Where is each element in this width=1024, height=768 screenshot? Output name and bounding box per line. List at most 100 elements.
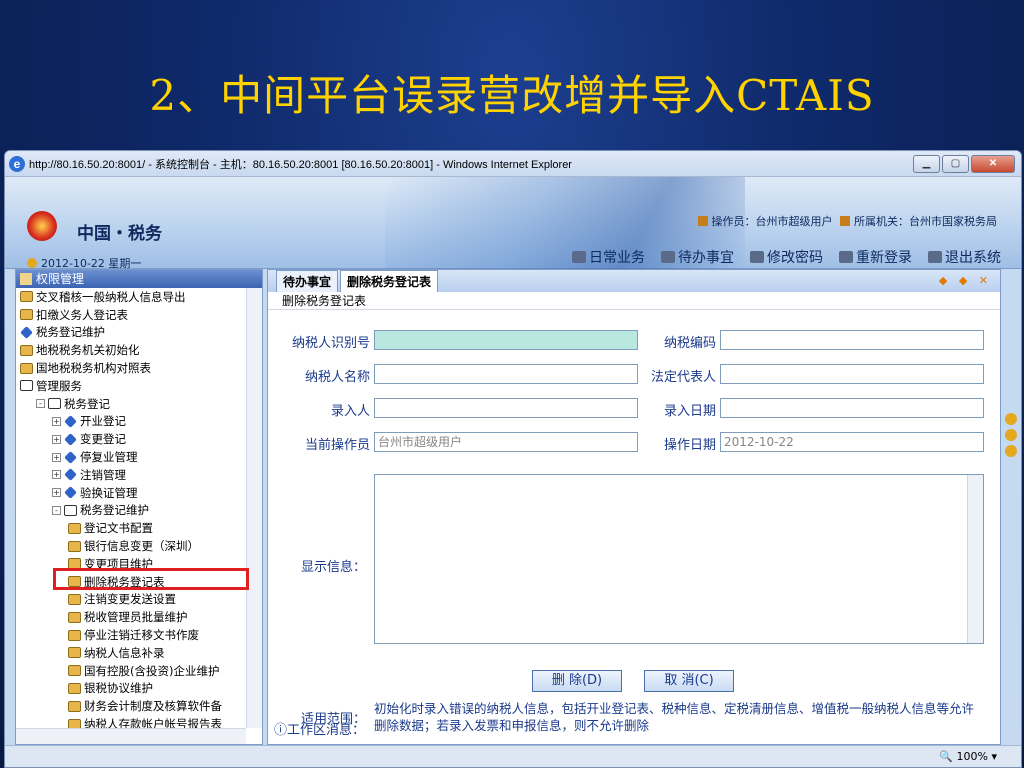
collapse-icon[interactable]: - (52, 505, 61, 515)
operator-label: 操作员： (711, 215, 756, 228)
sidebar-item[interactable]: 登记文书配置 (16, 519, 246, 537)
zoom-level: 100% (956, 750, 988, 763)
tax-code-label: 纳税编码 (663, 336, 716, 351)
sidebar-item-label: 税务登记维护 (36, 325, 105, 340)
diamond-icon (64, 468, 77, 482)
sidebar-item[interactable]: 交叉稽核一般纳税人信息导出 (16, 288, 246, 306)
sidebar-item[interactable]: 停业注销迁移文书作废 (16, 626, 246, 644)
maximize-button[interactable]: ▢ (942, 154, 969, 173)
doc-icon (68, 540, 81, 552)
sidebar-item[interactable]: 管理服务 (16, 377, 246, 395)
sidebar-item[interactable]: - 税务登记 (16, 395, 246, 413)
doc-icon (68, 611, 81, 623)
sidebar-hscrollbar[interactable] (16, 728, 246, 744)
side-tool-icon[interactable] (1005, 445, 1017, 457)
key-icon (750, 251, 764, 263)
sidebar-item-label: 注销变更发送设置 (84, 592, 176, 607)
org-icon (840, 216, 850, 226)
taxpayer-id-input[interactable] (374, 330, 638, 350)
side-tool-icon[interactable] (1005, 413, 1017, 425)
nav-change-password[interactable]: 修改密码 (750, 247, 823, 267)
form-title: 删除税务登记表 (268, 292, 1000, 310)
sidebar-item[interactable]: + 验换证管理 (16, 484, 246, 502)
zoom-control[interactable]: 🔍 100% ▾ (939, 750, 997, 763)
doc-icon (20, 344, 33, 356)
sidebar-vscrollbar[interactable] (246, 288, 262, 728)
sidebar-item[interactable]: 纳税人存款帐户帐号报告表 (16, 715, 246, 728)
expand-icon[interactable]: + (52, 416, 61, 426)
tab-delete-registration[interactable]: 删除税务登记表 (340, 270, 439, 292)
tab-controls[interactable]: ◆ ◆ ✕ (939, 274, 992, 287)
nav-label: 重新登录 (856, 250, 912, 266)
user-icon (697, 216, 708, 226)
operator-info: 操作员：台州市超级用户 所属机关：台州市国家税务局 (694, 213, 997, 229)
browser-window: e http://80.16.50.20:8001/ - 系统控制台 - 主机：… (4, 150, 1022, 768)
recorder-label: 录入人 (330, 404, 370, 419)
doc-icon (68, 718, 81, 728)
national-emblem-icon (27, 211, 57, 241)
current-operator-input[interactable]: 台州市超级用户 (374, 432, 638, 452)
folder-icon (20, 273, 32, 285)
sidebar-item[interactable]: + 停复业管理 (16, 448, 246, 466)
nav-label: 退出系统 (945, 250, 1001, 266)
sidebar-item[interactable]: 扣缴义务人登记表 (16, 306, 246, 324)
diamond-icon (64, 432, 77, 446)
book-icon (20, 380, 33, 392)
sidebar-item[interactable]: - 税务登记维护 (16, 502, 246, 520)
minimize-button[interactable]: ▁ (913, 154, 940, 173)
sidebar-item[interactable]: 财务会计制度及核算软件备 (16, 697, 246, 715)
doc-icon (68, 593, 81, 605)
nav-todo[interactable]: 待办事宜 (661, 247, 734, 267)
diamond-icon (64, 415, 77, 428)
side-toolbar (1001, 409, 1021, 461)
daily-business-icon (572, 251, 586, 263)
sidebar-item[interactable]: + 变更登记 (16, 430, 246, 448)
sidebar-item[interactable]: 纳税人信息补录 (16, 644, 246, 662)
workarea-label: 工作区消息： (287, 723, 366, 738)
sidebar-item[interactable]: 地税税务机关初始化 (16, 341, 246, 359)
nav-logout[interactable]: 退出系统 (928, 247, 1001, 267)
sidebar-item[interactable]: 银行信息变更（深圳） (16, 537, 246, 555)
sidebar-item-label: 交叉稽核一般纳税人信息导出 (36, 289, 186, 304)
app-body: 权限管理 交叉稽核一般纳税人信息导出 扣缴义务人登记表 税务登记维护 地税税务机关初始… (5, 269, 1021, 745)
nav-daily-business[interactable]: 日常业务 (572, 247, 645, 267)
sidebar-item[interactable]: + 开业登记 (16, 413, 246, 431)
taxpayer-name-input[interactable] (374, 364, 638, 384)
diamond-icon (20, 326, 33, 339)
sidebar-item[interactable]: 注销变更发送设置 (16, 591, 246, 609)
tab-label: 删除税务登记表 (347, 275, 432, 289)
cancel-button[interactable]: 取 消(C) (644, 670, 734, 692)
recorder-input[interactable] (374, 398, 638, 418)
nav-relogin[interactable]: 重新登录 (839, 247, 912, 267)
tax-code-input[interactable] (720, 330, 984, 350)
sidebar-item[interactable]: 国地税税务机构对照表 (16, 359, 246, 377)
delete-button[interactable]: 删 除(D) (532, 670, 622, 692)
expand-icon[interactable]: + (52, 434, 61, 444)
nav-label: 待办事宜 (678, 250, 734, 266)
tab-bar: 待办事宜 删除税务登记表 ◆ ◆ ✕ (268, 270, 1000, 292)
tab-todo[interactable]: 待办事宜 (276, 270, 339, 292)
sidebar-item[interactable]: 银税协议维护 (16, 680, 246, 698)
textarea-scrollbar[interactable] (967, 475, 983, 643)
sidebar-item[interactable]: 税收管理员批量维护 (16, 608, 246, 626)
sidebar-item[interactable]: 税务登记维护 (16, 324, 246, 342)
display-info-textarea[interactable] (374, 474, 984, 644)
ie-icon: e (9, 155, 25, 172)
expand-icon[interactable]: + (52, 488, 61, 498)
record-date-input[interactable] (720, 398, 984, 418)
close-button[interactable]: ✕ (971, 154, 1015, 173)
doc-icon (68, 665, 81, 677)
workarea-message: ⓘ工作区消息： (274, 719, 365, 738)
collapse-icon[interactable]: - (36, 399, 45, 409)
logout-icon (928, 251, 942, 263)
book-icon (64, 504, 77, 516)
expand-icon[interactable]: + (52, 452, 61, 462)
sidebar-item[interactable]: + 注销管理 (16, 466, 246, 484)
sidebar-item[interactable]: 国有控股(含投资)企业维护 (16, 662, 246, 680)
expand-icon[interactable]: + (52, 470, 61, 480)
operate-date-input[interactable]: 2012-10-22 (720, 432, 984, 452)
doc-icon (68, 682, 81, 694)
legal-rep-input[interactable] (720, 364, 984, 384)
side-tool-icon[interactable] (1005, 429, 1017, 441)
sidebar-item-label: 停复业管理 (80, 450, 138, 465)
